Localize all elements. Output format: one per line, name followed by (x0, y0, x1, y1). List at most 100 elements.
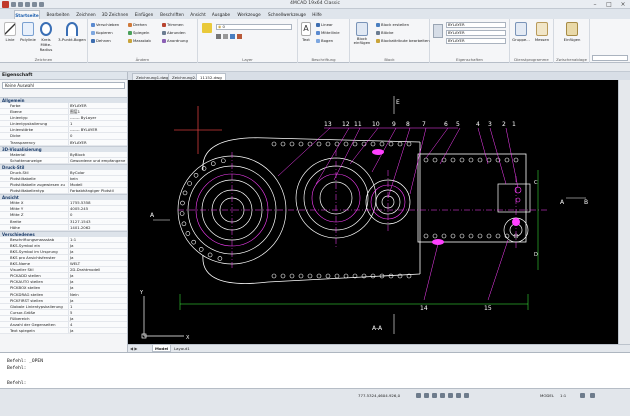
paste-label: Einfügen (563, 37, 581, 42)
cad-application-window: 4MCAD 19x64 Classic – □ × Startseite Bea… (0, 0, 630, 416)
middle-gear (295, 157, 411, 239)
search-input[interactable] (592, 55, 628, 61)
linear-dim-button[interactable]: Linear (316, 22, 333, 28)
edit-attributes-label: Blockattribute bearbeiten (381, 38, 430, 43)
snap-icon[interactable] (416, 393, 421, 398)
layer-tool-icon[interactable] (223, 34, 228, 39)
tab-zeichnen[interactable]: Zeichnen (74, 10, 98, 19)
property-value[interactable]: Ja (68, 328, 126, 334)
tab-beschriften[interactable]: Beschriften (158, 10, 186, 19)
grid-icon[interactable] (424, 393, 429, 398)
chain-link (468, 157, 474, 163)
property-value[interactable]: Gewordene und empfangene S... (68, 157, 126, 163)
section-letter: A (560, 199, 565, 206)
layout-tab-model[interactable]: Model (152, 345, 172, 352)
layer-tool-icon[interactable] (230, 34, 235, 39)
circle-button[interactable]: Kreis Mitte-Radius (37, 20, 55, 52)
blocks-button[interactable]: Blöcke (376, 30, 393, 36)
create-block-label: Block erstellen (381, 22, 410, 27)
doc-tab-zeichnung1[interactable]: Zeichnung1.dwg (132, 73, 173, 80)
property-row[interactable]: Text spiegeln Ja (0, 328, 127, 335)
top-pad (372, 149, 384, 155)
model-indicator[interactable]: MODEL (540, 393, 554, 398)
tab-ausgabe[interactable]: Ausgabe (210, 10, 232, 19)
vertical-scrollbar[interactable] (618, 80, 630, 344)
osnap-icon[interactable] (448, 393, 453, 398)
create-block-button[interactable]: Block erstellen (376, 22, 409, 28)
text-button[interactable]: A Text (299, 20, 313, 50)
command-line[interactable]: Befehl: _OPEN Befehl: Befehl: (0, 352, 630, 388)
property-value[interactable]: BYLAYER (68, 139, 126, 145)
lineweight-dropdown[interactable]: BYLAYER (446, 38, 506, 44)
layout-tab-layout1[interactable]: Layout1 (172, 345, 192, 352)
command-history-line: Befehl: _OPEN (7, 359, 43, 364)
settings-icon[interactable] (580, 393, 585, 398)
arc-dim-button[interactable]: Bogen (316, 38, 333, 44)
chain-link (185, 231, 191, 236)
property-value[interactable]: 1401.2062 (68, 224, 126, 230)
property-value[interactable]: Farbabhängiger Plotstil (68, 188, 126, 194)
polyline-button[interactable]: Polylinie (19, 20, 37, 50)
property-row[interactable]: Schattenanzeige Gewordene und empfangene … (0, 157, 127, 164)
color-dropdown[interactable]: BYLAYER (446, 22, 506, 28)
property-key: Text spiegeln (10, 328, 35, 334)
tab-3d-zeichnen[interactable]: 3D Zeichnen (100, 10, 130, 19)
group-label-clipboard: Zwischenablage (556, 57, 587, 62)
scale-indicator[interactable]: 1:1 (560, 393, 566, 398)
fullscreen-icon[interactable] (590, 393, 595, 398)
trim-button[interactable]: Trimmen (162, 22, 184, 28)
layout-nav-icon[interactable]: ◀ ▶ (130, 346, 137, 351)
layer-dropdown[interactable]: ◉ 0 (216, 24, 292, 30)
move-button[interactable]: Verschieben (91, 22, 119, 28)
tab-schnellwerkzeuge[interactable]: Schnellwerkzeuge (266, 10, 308, 19)
layer-tool-icon[interactable] (216, 34, 221, 39)
polar-icon[interactable] (440, 393, 445, 398)
rotate-button[interactable]: Drehen (128, 22, 147, 28)
edit-attributes-button[interactable]: Blockattribute bearbeiten (376, 38, 430, 44)
scale-icon (128, 39, 132, 43)
match-properties-icon[interactable] (433, 24, 443, 38)
tab-werkzeuge[interactable]: Werkzeuge (234, 10, 264, 19)
title-bar: 4MCAD 19x64 Classic – □ × (0, 0, 630, 9)
linetype-dropdown[interactable]: BYLAYER (446, 30, 506, 36)
centerline-button[interactable]: Mittellinie (316, 30, 340, 36)
ribbon-group-draw: Linie Polylinie Kreis Mitte-Radius 3-Pun… (0, 19, 88, 63)
paste-button[interactable]: Einfügen (560, 20, 584, 50)
minimize-icon[interactable]: – (588, 0, 602, 9)
centerline-label: Mittellinie (321, 30, 340, 35)
otrack-icon[interactable] (456, 393, 461, 398)
property-row[interactable]: Höhe 1401.2062 (0, 224, 127, 231)
tab-ansicht[interactable]: Ansicht (188, 10, 208, 19)
arc-button[interactable]: 3-Punkt-Bogen (58, 20, 86, 50)
property-row[interactable]: Plotstiltabellentyp Farbabhängiger Plotst… (0, 188, 127, 195)
layer-tool-icon[interactable] (237, 34, 242, 39)
lineweight-icon[interactable] (464, 393, 469, 398)
layer-properties-icon[interactable] (202, 23, 212, 33)
drawing-canvas[interactable]: E A A B C D A-A 13 12 11 10 9 8 7 6 5 4 … (128, 80, 618, 344)
array-button[interactable]: Anordnung (162, 38, 188, 44)
property-row[interactable]: Transparency BYLAYER (0, 139, 127, 146)
chain-link (450, 157, 456, 163)
close-icon[interactable]: × (616, 0, 630, 9)
ortho-icon[interactable] (432, 393, 437, 398)
insert-block-button[interactable]: Block einfügen (351, 20, 373, 50)
line-button[interactable]: Linie (1, 20, 19, 50)
measure-button[interactable]: Messen (532, 20, 552, 50)
scale-button[interactable]: Massstab (128, 38, 151, 44)
chain-link (307, 273, 313, 279)
command-prompt[interactable]: Befehl: (7, 381, 26, 386)
part-label: 8 (406, 121, 410, 128)
selection-dropdown[interactable]: Keine Auswahl (2, 82, 125, 89)
copy-button[interactable]: Kopieren (91, 30, 113, 36)
doc-tab-11152[interactable]: 11152.dwg (196, 73, 226, 80)
fillet-button[interactable]: Abrunden (162, 30, 186, 36)
tab-hilfe[interactable]: Hilfe (310, 10, 324, 19)
group-button[interactable]: Gruppe... (511, 20, 531, 50)
mirror-button[interactable]: Spiegeln (128, 30, 149, 36)
tab-einfuegen[interactable]: Einfügen (132, 10, 156, 19)
maximize-icon[interactable]: □ (602, 0, 616, 9)
tab-startseite[interactable]: Startseite (14, 10, 40, 19)
stretch-button[interactable]: Dehnen (91, 38, 111, 44)
tab-bearbeiten[interactable]: Bearbeiten (44, 10, 72, 19)
section-letter: C (534, 180, 538, 186)
